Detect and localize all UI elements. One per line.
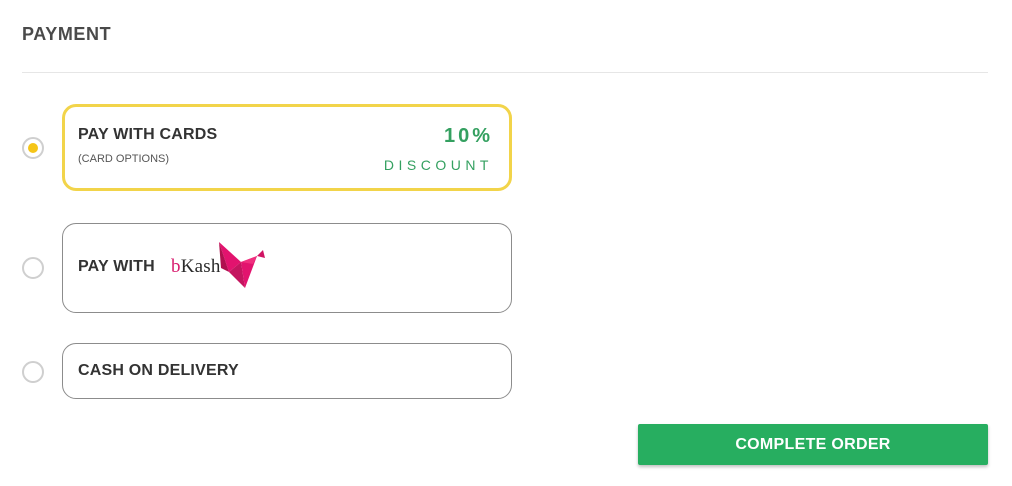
bkash-logo-text: bKash (171, 256, 221, 277)
option-cash-on-delivery[interactable]: CASH ON DELIVERY (62, 343, 512, 399)
option-pay-with-bkash[interactable]: PAY WITH bKash (62, 223, 512, 313)
payment-page: PAYMENT PAY WITH CARDS (CARD OPTIONS) 10… (0, 0, 1012, 486)
complete-order-button[interactable]: COMPLETE ORDER (638, 424, 988, 465)
option-title-cards: PAY WITH CARDS (78, 126, 218, 143)
radio-selected-dot (28, 143, 38, 153)
discount-percent: 10% (443, 125, 493, 147)
option-title-bkash: PAY WITH (78, 258, 155, 275)
radio-cash-on-delivery[interactable] (22, 361, 44, 383)
payment-section-title: PAYMENT (22, 24, 112, 44)
bkash-logo: bKash (171, 242, 267, 288)
discount-label: DISCOUNT (383, 157, 493, 173)
radio-pay-with-cards[interactable] (22, 137, 44, 159)
radio-pay-with-bkash[interactable] (22, 257, 44, 279)
section-divider (22, 72, 988, 73)
option-title-cod: CASH ON DELIVERY (78, 362, 239, 379)
bkash-bird-icon (219, 242, 265, 288)
option-pay-with-cards[interactable]: PAY WITH CARDS (CARD OPTIONS) 10% DISCOU… (62, 104, 512, 191)
option-subtitle-card-options: (CARD OPTIONS) (78, 153, 170, 165)
